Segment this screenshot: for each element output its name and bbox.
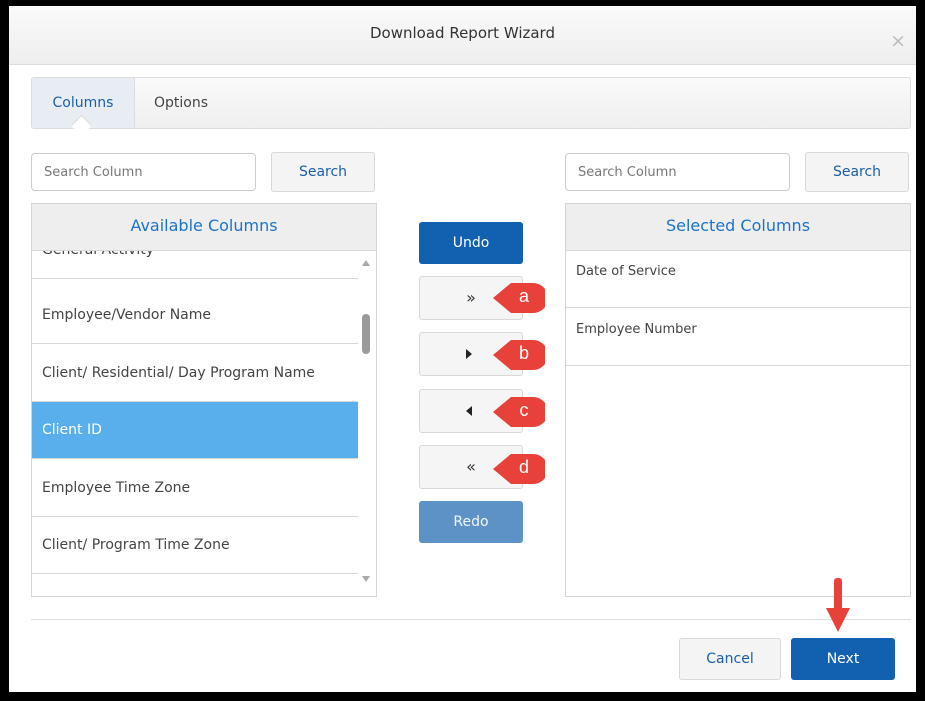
list-item[interactable]: Employee Time Zone (32, 460, 358, 517)
available-columns-search-button[interactable]: Search (271, 152, 375, 192)
selected-columns-search-button[interactable]: Search (805, 152, 909, 192)
callout-label: b (518, 343, 529, 363)
close-icon[interactable]: × (890, 32, 906, 51)
triangle-right-icon (466, 349, 472, 359)
triangle-left-icon (466, 406, 472, 416)
next-button[interactable]: Next (791, 638, 895, 680)
list-item[interactable]: Client/ Residential/ Day Program Name (32, 345, 358, 402)
available-columns-search-input[interactable] (31, 153, 256, 191)
selected-columns-search-input[interactable] (565, 153, 790, 191)
callout-label: c (519, 400, 529, 420)
callout-label: a (518, 286, 529, 306)
selected-columns-panel: Selected Columns Date of Service Employe… (565, 203, 911, 597)
list-item[interactable]: Account Reference (32, 575, 358, 596)
arrow-down-icon (826, 578, 850, 632)
callout-d: d (493, 451, 545, 487)
footer-divider (31, 619, 911, 620)
scroll-down-icon[interactable] (362, 576, 370, 582)
redo-button[interactable]: Redo (419, 501, 523, 543)
callout-b: b (493, 337, 545, 373)
cancel-button[interactable]: Cancel (679, 638, 781, 680)
list-item[interactable]: Client/ Program Time Zone (32, 517, 358, 574)
scroll-up-icon[interactable] (362, 260, 370, 266)
tab-options[interactable]: Options (154, 78, 208, 128)
available-columns-panel: Available Columns General Activity Avail… (31, 203, 377, 597)
undo-button[interactable]: Undo (419, 222, 523, 264)
dialog-title: Download Report Wizard (370, 24, 555, 42)
selected-columns-header: Selected Columns (566, 204, 910, 251)
list-item[interactable]: Employee Number (566, 308, 910, 366)
callout-label: d (518, 457, 529, 477)
scroll-thumb[interactable] (362, 314, 370, 354)
download-report-wizard-dialog: Download Report Wizard × Columns Options… (9, 6, 916, 692)
dialog-titlebar: Download Report Wizard × (9, 6, 916, 65)
available-columns-scrollbar[interactable] (358, 250, 374, 596)
callout-c: c (493, 394, 545, 430)
callout-a: a (493, 280, 545, 316)
list-item[interactable]: Employee/Vendor Name (32, 287, 358, 344)
list-item[interactable]: Date of Service (566, 250, 910, 308)
wizard-tabs: Columns Options (31, 77, 911, 137)
available-columns-header-overlay: Available Columns (32, 204, 376, 251)
list-item-selected[interactable]: Client ID (32, 402, 358, 459)
